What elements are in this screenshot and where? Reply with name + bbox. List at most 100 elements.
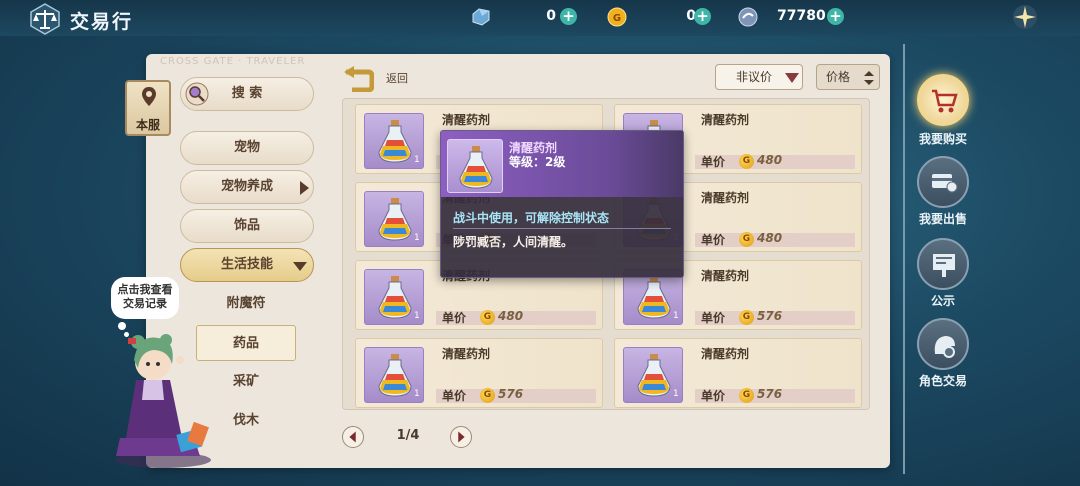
trade-record-bubble[interactable]: 点击我查看 交易记录 <box>111 277 179 319</box>
tooltip-effect-text: 战斗中使用，可解除控制状态 <box>453 211 610 225</box>
price-value: 576 <box>757 387 783 401</box>
item-name: 清醒药剂 <box>701 269 750 283</box>
potion-bottle-icon <box>637 354 671 397</box>
price-label: 单价 <box>442 311 467 325</box>
item-count: 1 <box>414 233 420 243</box>
listing-card[interactable]: 1 清醒药剂 单价 G 576 <box>355 338 603 408</box>
gold-coin-icon: G <box>739 388 754 403</box>
nav-character-trade-label: 角色交易 <box>918 374 967 388</box>
back-button-label[interactable]: 返回 <box>386 70 408 86</box>
page-indicator: 1/4 <box>396 428 420 443</box>
gold-coin-icon: G <box>739 310 754 325</box>
currency-silver-value: 77780 <box>777 8 826 24</box>
currency-crystal: 0 + <box>470 6 580 28</box>
potion-bottle-icon <box>378 120 412 163</box>
price-value: 480 <box>757 231 783 245</box>
item-count: 1 <box>414 311 420 321</box>
nav-notice-label: 公示 <box>930 294 955 308</box>
chevron-down-icon <box>785 73 799 83</box>
svg-text:G: G <box>613 13 621 24</box>
sell-card-icon <box>932 174 958 193</box>
listing-card[interactable]: 1 清醒药剂单价 G 576 <box>614 338 862 408</box>
gold-coin-icon: G <box>739 154 754 169</box>
currency-gold: G 0 + <box>606 6 716 28</box>
potion-bottle-icon <box>378 198 412 241</box>
location-pin-icon <box>142 87 156 106</box>
search-icon <box>185 82 209 106</box>
bargain-filter-label: 非议价 <box>736 70 773 84</box>
potion-bottle-icon <box>378 276 412 319</box>
item-count: 1 <box>414 389 420 399</box>
expand-arrow-icon <box>300 181 309 195</box>
tooltip-flavor-text: 陟罚臧否，人间清醒。 <box>453 235 574 249</box>
currency-silver: 77780 + <box>737 6 847 28</box>
gold-coin-icon: G <box>739 232 754 247</box>
price-value: 480 <box>757 153 783 167</box>
price-label: 单价 <box>701 389 726 403</box>
add-crystal-button[interactable]: + <box>560 8 577 25</box>
search-button[interactable]: 搜 索 <box>180 77 314 111</box>
crystal-currency-icon <box>472 8 490 26</box>
nav-character-trade-circle <box>917 318 969 370</box>
bargain-filter-dropdown[interactable]: 非议价 <box>715 64 803 90</box>
sidebar-item-life-skill[interactable]: 生活技能 <box>180 248 314 282</box>
page-title: 交易行 <box>70 11 134 33</box>
price-label: 单价 <box>701 233 726 247</box>
potion-bottle-icon <box>378 354 412 397</box>
prev-page-button[interactable] <box>342 426 364 448</box>
silver-orb-currency-icon <box>738 7 758 27</box>
price-value: 480 <box>498 309 524 323</box>
collapse-arrow-icon <box>293 262 307 271</box>
nav-buy-circle <box>917 74 969 126</box>
potion-bottle-icon <box>637 276 671 319</box>
shopping-cart-icon <box>932 89 958 113</box>
close-icon[interactable] <box>1012 4 1038 30</box>
potion-bottle-icon <box>459 146 493 189</box>
item-count: 1 <box>414 155 420 165</box>
panel-watermark: CROSS GATE · TRAVELER <box>160 56 306 67</box>
item-name: 清醒药剂 <box>701 347 750 361</box>
tooltip-divider <box>453 228 671 229</box>
sidebar-subitem-enchant[interactable]: 附魔符 <box>196 286 296 322</box>
price-label: 单价 <box>701 311 726 325</box>
item-name: 清醒药剂 <box>701 191 750 205</box>
nav-notice-circle <box>917 238 969 290</box>
sidebar-item-label: 宠物养成 <box>220 179 273 194</box>
sidebar-item-pet-training[interactable]: 宠物养成 <box>180 170 314 204</box>
notice-board-icon <box>933 254 955 277</box>
price-label: 单价 <box>701 155 726 169</box>
right-nav-divider <box>903 44 905 474</box>
npc-character[interactable] <box>108 320 218 470</box>
gold-coin-icon: G <box>480 310 495 325</box>
currency-gold-value: 0 <box>686 8 696 24</box>
price-label: 单价 <box>442 389 467 403</box>
item-count: 1 <box>673 311 679 321</box>
gold-coin-icon: G <box>480 388 495 403</box>
item-count: 1 <box>673 389 679 399</box>
currency-crystal-value: 0 <box>546 8 556 24</box>
sidebar-item-label: 宠物 <box>233 140 260 155</box>
price-sort-label: 价格 <box>826 70 851 84</box>
gold-coin-icon: G <box>607 7 627 27</box>
item-name: 清醒药剂 <box>442 113 491 127</box>
sidebar-item-label: 生活技能 <box>220 257 273 272</box>
price-value: 576 <box>757 309 783 323</box>
item-tooltip: 清醒药剂 等级：2级 战斗中使用，可解除控制状态 陟罚臧否，人间清醒。 <box>440 130 684 278</box>
price-sort-button[interactable]: 价格 <box>816 64 880 90</box>
sidebar-item-accessory[interactable]: 饰品 <box>180 209 314 243</box>
tooltip-item-slot <box>447 139 503 193</box>
server-badge[interactable]: 本服 <box>125 80 171 136</box>
add-gold-button[interactable]: + <box>694 8 711 25</box>
next-page-button[interactable] <box>450 426 472 448</box>
character-trade-icon <box>934 336 955 358</box>
sidebar-item-pet[interactable]: 宠物 <box>180 131 314 165</box>
nav-sell-circle <box>917 156 969 208</box>
item-name: 清醒药剂 <box>701 113 750 127</box>
bubble-line-2: 交易记录 <box>123 297 167 310</box>
bubble-line-1: 点击我查看 <box>117 283 173 296</box>
sidebar-item-label: 饰品 <box>233 218 260 233</box>
back-arrow-icon[interactable] <box>342 66 374 92</box>
tooltip-item-level: 等级：2级 <box>509 155 566 169</box>
nav-buy-label: 我要购买 <box>918 132 967 146</box>
add-silver-button[interactable]: + <box>827 8 844 25</box>
